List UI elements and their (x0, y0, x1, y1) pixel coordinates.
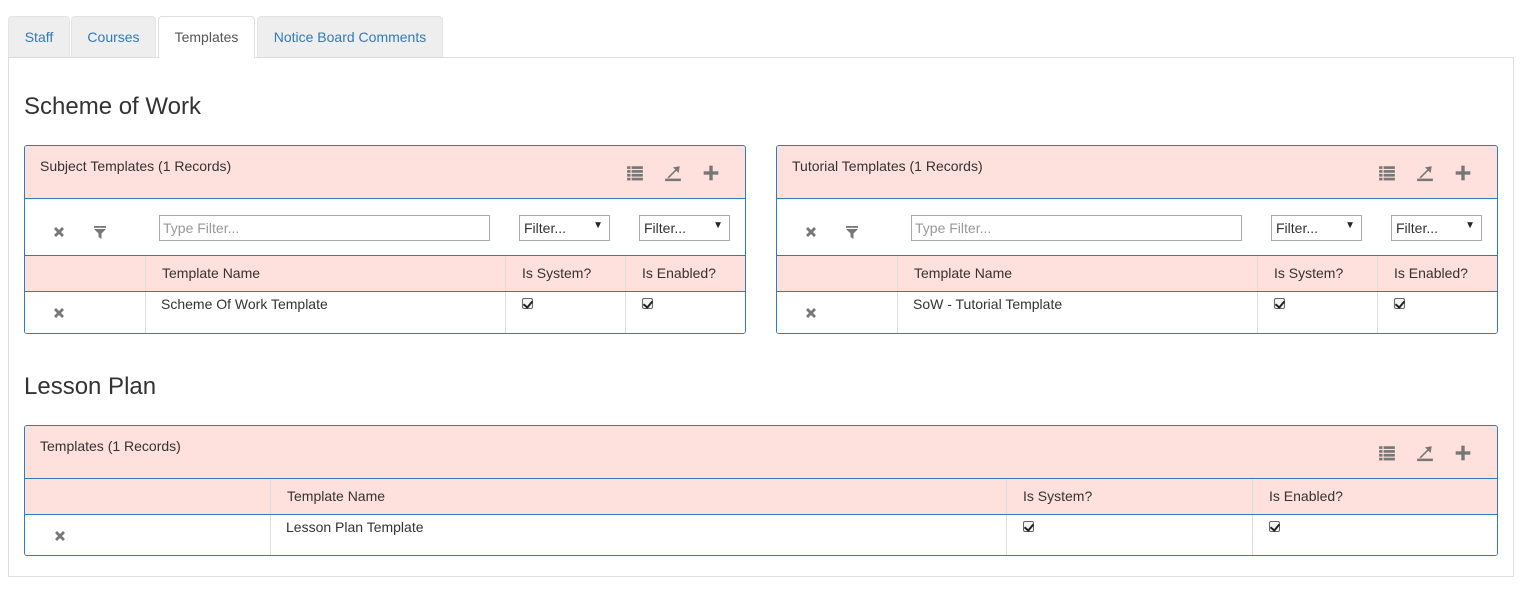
export-icon[interactable] (1416, 164, 1434, 182)
column-header-actions (25, 479, 270, 514)
filter-icon[interactable] (92, 224, 108, 240)
panel-title: Templates (1 Records) (40, 438, 181, 454)
select-value: Filter... (1396, 220, 1439, 236)
is-system-cell (1257, 292, 1377, 333)
is-enabled-checkbox[interactable] (1269, 521, 1280, 532)
column-header-is-system[interactable]: Is System? (505, 256, 625, 291)
column-header-template-name[interactable]: Template Name (270, 479, 1006, 514)
is-enabled-cell (625, 292, 745, 333)
tab-staff[interactable]: Staff (8, 16, 70, 57)
plus-icon[interactable] (1454, 164, 1472, 182)
is-system-cell (1006, 515, 1252, 555)
caret-down-icon: ▼ (593, 220, 603, 231)
caret-down-icon: ▼ (1465, 220, 1475, 231)
column-header-is-enabled[interactable]: Is Enabled? (625, 256, 745, 291)
is-system-cell (505, 292, 625, 333)
name-filter-input[interactable] (159, 215, 490, 241)
panel-title: Subject Templates (1 Records) (40, 158, 232, 174)
column-header-actions (25, 256, 145, 291)
template-name-cell: Scheme Of Work Template (145, 292, 505, 333)
is-enabled-cell (1252, 515, 1497, 555)
tab-content: Scheme of Work Subject Templates (1 Reco… (8, 57, 1514, 577)
column-header-template-name[interactable]: Template Name (897, 256, 1257, 291)
panel-heading: Tutorial Templates (1 Records) (777, 146, 1497, 199)
select-value: Filter... (1276, 220, 1319, 236)
panel-heading: Subject Templates (1 Records) (25, 146, 745, 199)
list-icon[interactable] (626, 164, 644, 182)
table-row[interactable]: SoW - Tutorial Template (777, 292, 1497, 333)
filter-row: Filter... ▼ Filter... ▼ (777, 199, 1497, 256)
row-actions-cell (25, 292, 145, 333)
column-header-is-system[interactable]: Is System? (1006, 479, 1252, 514)
row-actions-cell (777, 292, 897, 333)
name-filter-input[interactable] (911, 215, 1242, 241)
column-header-row: Template Name Is System? Is Enabled? (25, 256, 745, 292)
list-icon[interactable] (1378, 164, 1396, 182)
plus-icon[interactable] (1454, 444, 1472, 462)
is-enabled-filter-select[interactable]: Filter... ▼ (1391, 215, 1482, 241)
template-name-cell: SoW - Tutorial Template (897, 292, 1257, 333)
panel-heading: Templates (1 Records) (25, 426, 1497, 479)
is-system-checkbox[interactable] (1023, 521, 1034, 532)
section-title-lesson-plan: Lesson Plan (24, 373, 157, 400)
tutorial-templates-panel: Tutorial Templates (1 Records) Filter...… (776, 145, 1498, 334)
plus-icon[interactable] (702, 164, 720, 182)
delete-row-icon[interactable] (52, 528, 68, 544)
column-header-row: Template Name Is System? Is Enabled? (777, 256, 1497, 292)
export-icon[interactable] (664, 164, 682, 182)
tab-courses[interactable]: Courses (71, 16, 156, 57)
delete-row-icon[interactable] (803, 305, 819, 321)
column-header-actions (777, 256, 897, 291)
filter-icon[interactable] (844, 224, 860, 240)
is-enabled-checkbox[interactable] (642, 298, 653, 309)
column-header-template-name[interactable]: Template Name (145, 256, 505, 291)
section-title-scheme-of-work: Scheme of Work (24, 93, 201, 120)
filter-row: Filter... ▼ Filter... ▼ (25, 199, 745, 256)
column-header-row: Template Name Is System? Is Enabled? (25, 479, 1497, 515)
template-name-cell: Lesson Plan Template (270, 515, 1006, 555)
table-row[interactable]: Lesson Plan Template (25, 515, 1497, 556)
export-icon[interactable] (1416, 444, 1434, 462)
column-header-is-enabled[interactable]: Is Enabled? (1377, 256, 1497, 291)
row-actions-cell (25, 515, 270, 556)
delete-row-icon[interactable] (51, 305, 67, 321)
caret-down-icon: ▼ (713, 220, 723, 231)
tab-notice-board-comments[interactable]: Notice Board Comments (257, 16, 443, 57)
is-system-checkbox[interactable] (522, 298, 533, 309)
table-row[interactable]: Scheme Of Work Template (25, 292, 745, 333)
clear-filter-icon[interactable] (803, 224, 819, 240)
tab-templates[interactable]: Templates (158, 16, 255, 58)
column-header-is-enabled[interactable]: Is Enabled? (1252, 479, 1497, 514)
list-icon[interactable] (1378, 444, 1396, 462)
select-value: Filter... (644, 220, 687, 236)
is-system-filter-select[interactable]: Filter... ▼ (1271, 215, 1362, 241)
caret-down-icon: ▼ (1345, 220, 1355, 231)
is-system-checkbox[interactable] (1274, 298, 1285, 309)
is-enabled-checkbox[interactable] (1394, 298, 1405, 309)
lesson-plan-templates-panel: Templates (1 Records) Template Name Is S… (24, 425, 1498, 556)
subject-templates-panel: Subject Templates (1 Records) Filter... ▼… (24, 145, 746, 334)
is-enabled-cell (1377, 292, 1497, 333)
column-header-is-system[interactable]: Is System? (1257, 256, 1377, 291)
is-system-filter-select[interactable]: Filter... ▼ (519, 215, 610, 241)
clear-filter-icon[interactable] (51, 224, 67, 240)
select-value: Filter... (524, 220, 567, 236)
panel-title: Tutorial Templates (1 Records) (792, 158, 983, 174)
is-enabled-filter-select[interactable]: Filter... ▼ (639, 215, 730, 241)
